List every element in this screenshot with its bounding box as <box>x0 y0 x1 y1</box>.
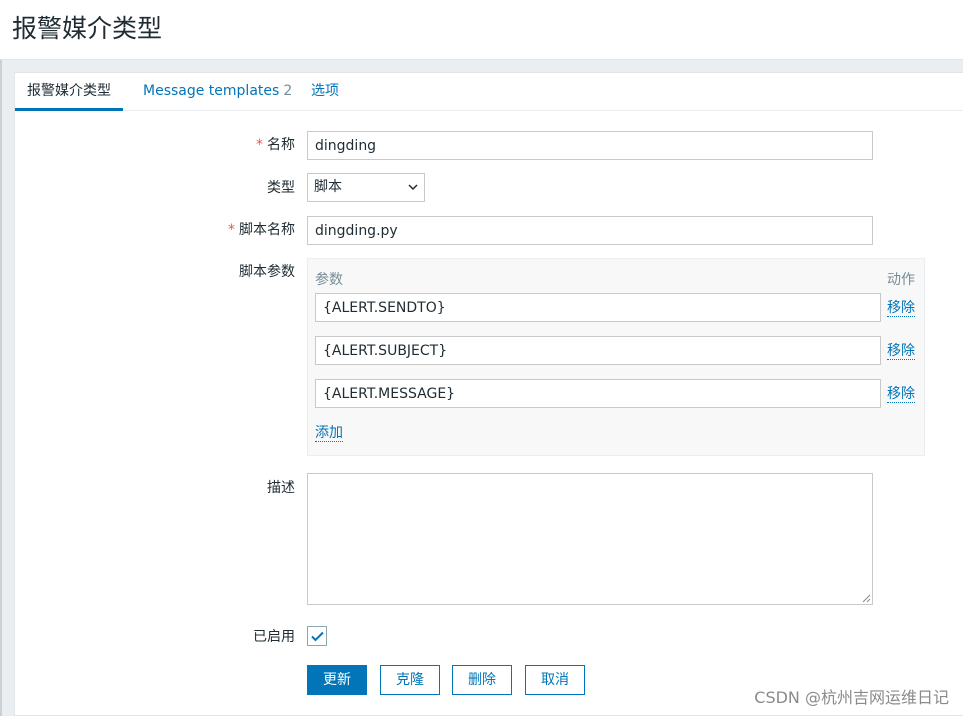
remove-param-link[interactable]: 移除 <box>887 300 915 317</box>
type-label: 类型 <box>95 179 295 197</box>
name-label: * 名称 <box>95 136 295 154</box>
description-label-text: 描述 <box>267 480 295 496</box>
cancel-button[interactable]: 取消 <box>525 665 585 695</box>
clone-button[interactable]: 克隆 <box>380 665 440 695</box>
enabled-label: 已启用 <box>95 628 295 646</box>
script-param-input[interactable] <box>315 293 881 322</box>
tab-message-templates-count: 2 <box>283 83 293 99</box>
description-label: 描述 <box>95 479 295 497</box>
left-edge-strip <box>0 60 2 716</box>
add-param-link[interactable]: 添加 <box>315 425 343 442</box>
remove-param-link[interactable]: 移除 <box>887 343 915 360</box>
script-param-input[interactable] <box>315 379 881 408</box>
page-title: 报警媒介类型 <box>12 14 163 43</box>
tab-media-type[interactable]: 报警媒介类型 <box>15 73 123 111</box>
action-column-header: 动作 <box>887 272 915 288</box>
resize-grip-icon[interactable] <box>861 593 871 603</box>
tab-message-templates-label: Message templates <box>143 83 280 99</box>
script-params-table: 参数 动作 移除 移除 移除 添加 <box>307 258 925 456</box>
type-select[interactable]: 脚本 <box>307 173 425 202</box>
params-column-header: 参数 <box>315 272 343 288</box>
tab-options-label: 选项 <box>311 83 339 99</box>
type-label-text: 类型 <box>267 180 295 196</box>
enabled-label-text: 已启用 <box>253 629 295 645</box>
script-params-label-text: 脚本参数 <box>239 264 295 280</box>
required-marker: * <box>228 222 235 238</box>
name-label-text: 名称 <box>267 137 295 153</box>
tab-bar: 报警媒介类型 Message templates 2 选项 <box>15 73 963 111</box>
page-header: 报警媒介类型 <box>0 0 963 60</box>
name-input[interactable] <box>307 131 873 160</box>
required-marker: * <box>256 137 263 153</box>
remove-param-link[interactable]: 移除 <box>887 386 915 403</box>
script-name-input[interactable] <box>307 216 873 245</box>
script-params-label: 脚本参数 <box>95 263 295 281</box>
type-select-value: 脚本 <box>314 179 342 195</box>
chevron-down-icon <box>408 184 418 191</box>
watermark: CSDN @杭州吉网运维日记 <box>754 688 949 707</box>
update-button[interactable]: 更新 <box>307 665 367 695</box>
script-name-label: * 脚本名称 <box>95 221 295 239</box>
script-param-input[interactable] <box>315 336 881 365</box>
tab-options[interactable]: 选项 <box>299 73 351 111</box>
media-type-form-panel: 报警媒介类型 Message templates2 选项 *名称 类型 脚本 *… <box>14 72 963 716</box>
tab-message-templates[interactable]: Message templates 2 <box>131 73 304 111</box>
delete-button[interactable]: 删除 <box>452 665 512 695</box>
tab-media-type-label: 报警媒介类型 <box>27 83 111 99</box>
script-name-label-text: 脚本名称 <box>239 222 295 238</box>
description-textarea[interactable] <box>307 473 873 605</box>
enabled-checkbox[interactable] <box>307 626 327 646</box>
checkmark-icon <box>311 631 324 642</box>
